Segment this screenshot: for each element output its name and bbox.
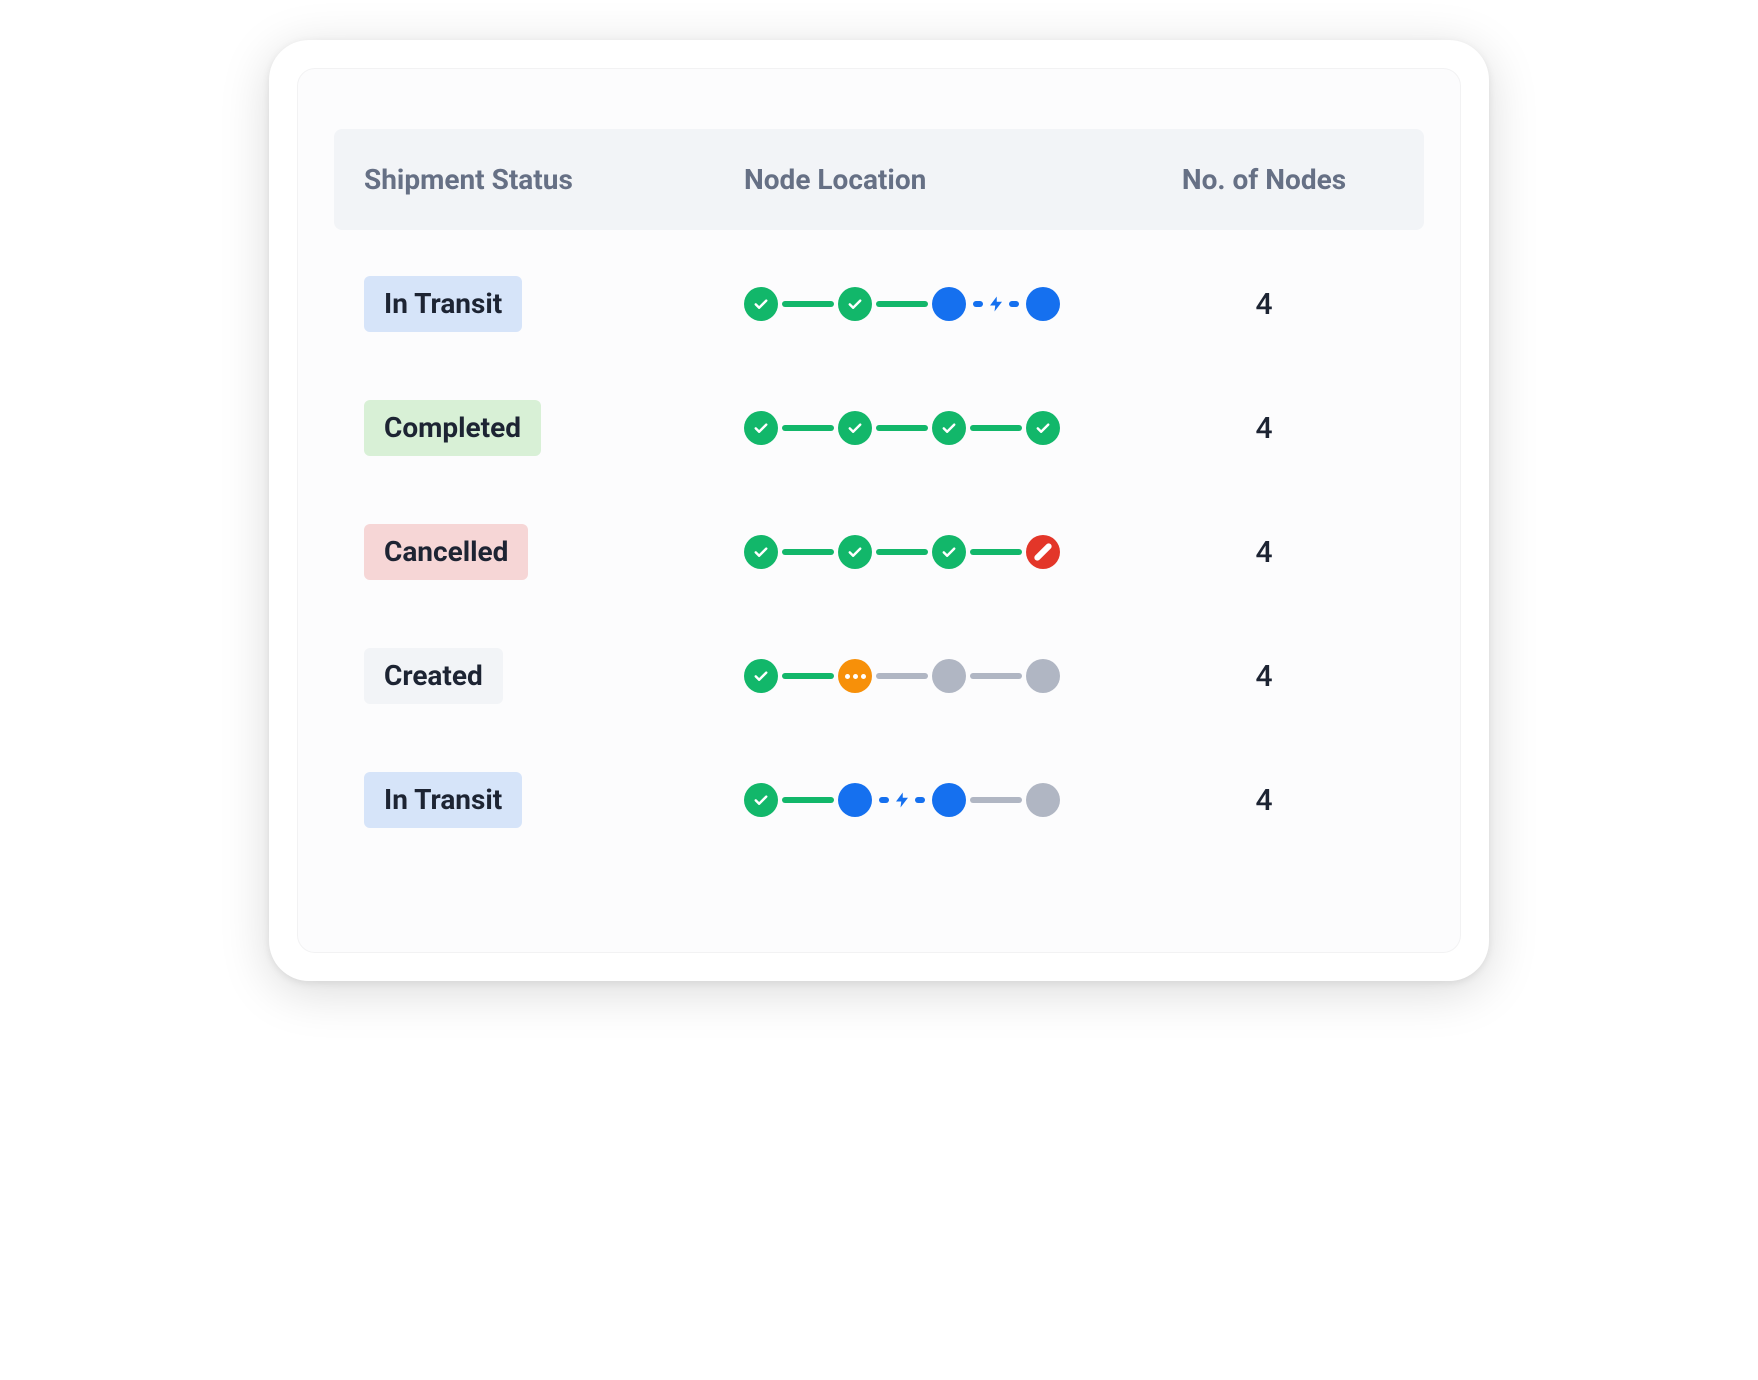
check-circle-icon [744, 783, 778, 817]
node-count: 4 [1255, 535, 1272, 570]
device-frame: Shipment Status Node Location No. of Nod… [269, 40, 1489, 981]
node-count: 4 [1255, 783, 1272, 818]
node-progress-track [744, 783, 1134, 817]
table-body: In Transit4Completed4Cancelled4Created4I… [334, 230, 1424, 862]
check-circle-icon [932, 411, 966, 445]
green-connector [782, 549, 834, 555]
status-badge: Created [364, 648, 503, 704]
green-connector [970, 549, 1022, 555]
table-row[interactable]: In Transit 4 [364, 738, 1394, 862]
active-node-icon [1026, 287, 1060, 321]
table-row[interactable]: In Transit 4 [364, 242, 1394, 366]
check-circle-icon [744, 659, 778, 693]
table-row[interactable]: Completed 4 [364, 366, 1394, 490]
check-circle-icon [744, 535, 778, 569]
node-progress-track [744, 287, 1134, 321]
bolt-connector-icon [970, 293, 1022, 315]
header-shipment-status: Shipment Status [364, 163, 744, 196]
node-count: 4 [1255, 659, 1272, 694]
check-circle-icon [838, 287, 872, 321]
pending-node-icon [1026, 659, 1060, 693]
check-circle-icon [1026, 411, 1060, 445]
grey-connector [970, 797, 1022, 803]
green-connector [876, 301, 928, 307]
status-badge: In Transit [364, 772, 522, 828]
green-connector [876, 549, 928, 555]
pending-node-icon [932, 659, 966, 693]
active-node-icon [838, 783, 872, 817]
table-row[interactable]: Created 4 [364, 614, 1394, 738]
active-node-icon [932, 287, 966, 321]
shipment-table-card: Shipment Status Node Location No. of Nod… [297, 68, 1461, 953]
status-badge: Cancelled [364, 524, 528, 580]
cancel-node-icon [1026, 535, 1060, 569]
header-no-of-nodes: No. of Nodes [1134, 163, 1394, 196]
header-node-location: Node Location [744, 163, 1134, 196]
pending-node-icon [1026, 783, 1060, 817]
node-count: 4 [1255, 287, 1272, 322]
check-circle-icon [838, 411, 872, 445]
table-row[interactable]: Cancelled 4 [364, 490, 1394, 614]
node-progress-track [744, 411, 1134, 445]
bolt-connector-icon [876, 789, 928, 811]
status-badge: Completed [364, 400, 541, 456]
node-count: 4 [1255, 411, 1272, 446]
processing-node-icon [838, 659, 872, 693]
green-connector [876, 425, 928, 431]
status-badge: In Transit [364, 276, 522, 332]
active-node-icon [932, 783, 966, 817]
grey-connector [876, 673, 928, 679]
grey-connector [970, 673, 1022, 679]
green-connector [782, 673, 834, 679]
table-header: Shipment Status Node Location No. of Nod… [334, 129, 1424, 230]
node-progress-track [744, 535, 1134, 569]
check-circle-icon [744, 287, 778, 321]
check-circle-icon [932, 535, 966, 569]
node-progress-track [744, 659, 1134, 693]
green-connector [782, 425, 834, 431]
green-connector [970, 425, 1022, 431]
check-circle-icon [838, 535, 872, 569]
green-connector [782, 797, 834, 803]
green-connector [782, 301, 834, 307]
check-circle-icon [744, 411, 778, 445]
